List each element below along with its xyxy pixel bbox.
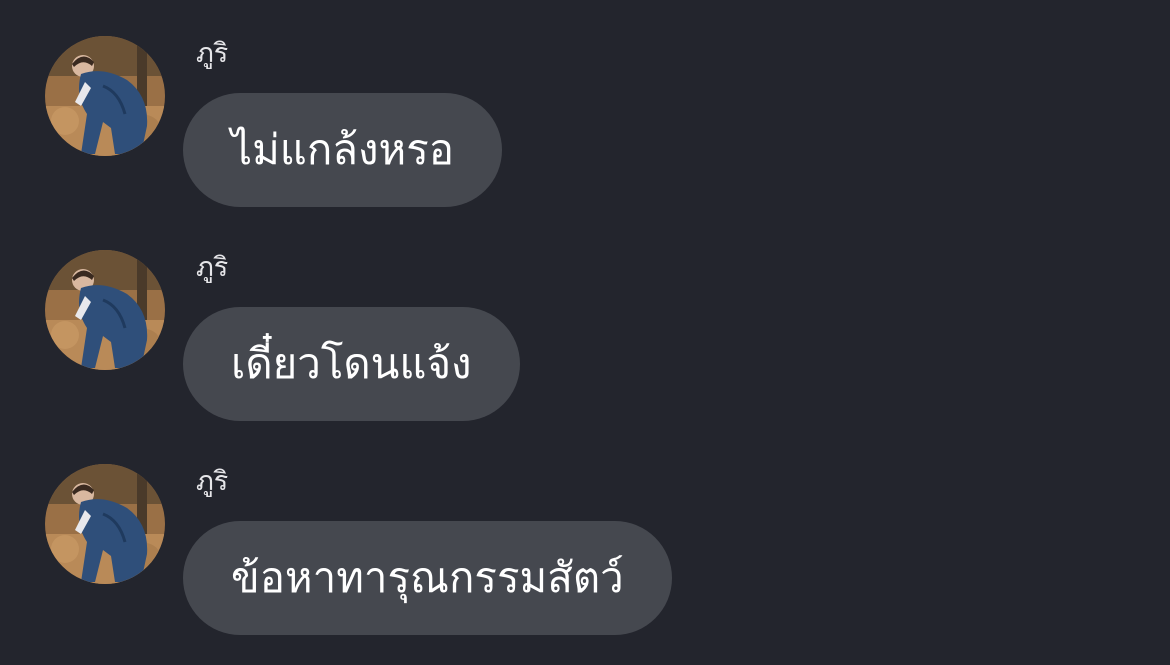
message-bubble[interactable]: ไม่แกล้งหรอ (183, 93, 503, 207)
chat-thread: ภูริ ไม่แกล้งหรอ ภูริ เดี๋ยวโดนแจ้ง ภูริ… (0, 0, 1170, 665)
user-avatar-icon[interactable] (45, 250, 165, 370)
user-avatar-icon[interactable] (45, 36, 165, 156)
message-row: ภูริ ไม่แกล้งหรอ (0, 0, 1170, 207)
message-row: ภูริ เดี๋ยวโดนแจ้ง (0, 214, 1170, 421)
user-avatar-icon[interactable] (45, 464, 165, 584)
sender-name: ภูริ (196, 38, 229, 69)
sender-name: ภูริ (196, 252, 229, 283)
message-bubble[interactable]: เดี๋ยวโดนแจ้ง (183, 307, 520, 421)
avatar-photo (45, 36, 165, 156)
message-bubble[interactable]: ข้อหาทารุณกรรมสัตว์ (183, 521, 672, 635)
avatar-photo (45, 250, 165, 370)
message-row: ภูริ ข้อหาทารุณกรรมสัตว์ (0, 428, 1170, 635)
sender-name: ภูริ (196, 466, 229, 497)
avatar-photo (45, 464, 165, 584)
